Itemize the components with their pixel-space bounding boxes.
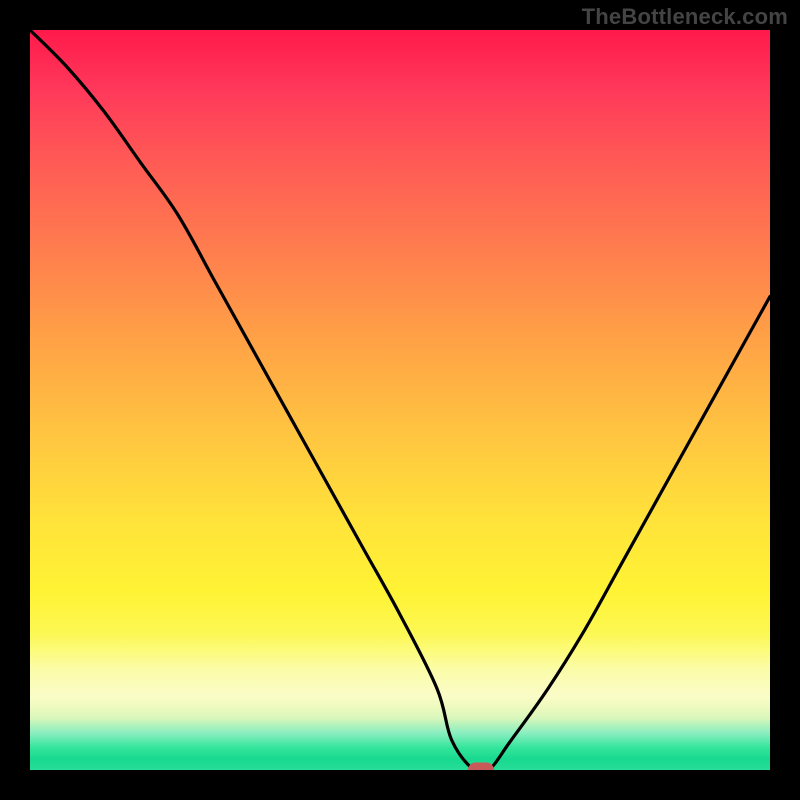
watermark-label: TheBottleneck.com [582, 4, 788, 30]
bottleneck-curve [30, 30, 770, 770]
plot-area [30, 30, 770, 770]
chart-frame: TheBottleneck.com [0, 0, 800, 800]
optimal-point-marker [468, 763, 494, 771]
